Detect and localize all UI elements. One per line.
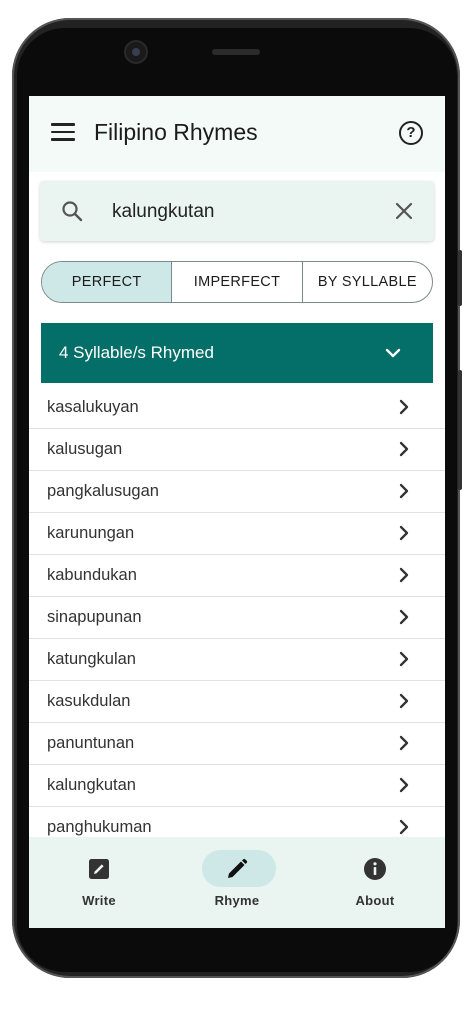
list-item-label: kasukdulan	[47, 692, 131, 710]
bottom-navigation: Write Rhyme About	[29, 837, 445, 928]
list-item-label: kabundukan	[47, 566, 137, 584]
info-icon	[364, 858, 386, 880]
search-icon	[62, 201, 83, 222]
list-item-label: sinapupunan	[47, 608, 142, 626]
nav-rhyme[interactable]: Rhyme	[168, 837, 306, 928]
nav-about[interactable]: About	[306, 837, 444, 928]
top-app-bar: Filipino Rhymes ?	[29, 96, 445, 172]
segment-perfect[interactable]: PERFECT	[42, 262, 172, 302]
nav-write-label: Write	[82, 893, 116, 908]
list-item[interactable]: karunungan	[29, 513, 445, 555]
list-item-label: katungkulan	[47, 650, 136, 668]
app-title: Filipino Rhymes	[94, 119, 258, 145]
help-icon[interactable]: ?	[399, 121, 423, 145]
close-icon[interactable]	[392, 199, 416, 223]
syllable-group-header[interactable]: 4 Syllable/s Rhymed	[41, 323, 433, 383]
list-item[interactable]: kalungkutan	[29, 765, 445, 807]
list-item[interactable]: kasalukuyan	[29, 387, 445, 429]
search-bar	[40, 181, 434, 241]
earpiece-speaker	[212, 49, 260, 55]
chevron-right-icon	[399, 441, 409, 457]
chevron-right-icon	[399, 567, 409, 583]
app-screen: Filipino Rhymes ? PERFECT IMPERFECT BY S…	[29, 96, 445, 928]
list-item[interactable]: kasukdulan	[29, 681, 445, 723]
chevron-right-icon	[399, 525, 409, 541]
list-item-label: kasalukuyan	[47, 398, 139, 416]
nav-rhyme-label: Rhyme	[214, 893, 260, 908]
list-item-label: panuntunan	[47, 734, 135, 752]
chevron-right-icon	[399, 399, 409, 415]
chevron-right-icon	[399, 819, 409, 835]
chevron-down-icon	[385, 348, 401, 358]
segment-imperfect[interactable]: IMPERFECT	[171, 262, 301, 302]
list-item-label: karunungan	[47, 524, 135, 542]
list-item-label: pangkalusugan	[47, 482, 159, 500]
nav-write[interactable]: Write	[30, 837, 168, 928]
chevron-right-icon	[399, 693, 409, 709]
chevron-right-icon	[399, 609, 409, 625]
list-item[interactable]: katungkulan	[29, 639, 445, 681]
list-item-label: panghukuman	[47, 818, 152, 836]
list-item-label: kalungkutan	[47, 776, 136, 794]
front-camera	[126, 42, 146, 62]
power-button	[458, 370, 462, 490]
chevron-right-icon	[399, 651, 409, 667]
list-item-label: kalusugan	[47, 440, 123, 458]
nav-about-label: About	[355, 893, 395, 908]
chevron-right-icon	[399, 735, 409, 751]
rhyme-results-list: kasalukuyan kalusugan pangkalusugan karu…	[29, 387, 445, 849]
chevron-right-icon	[399, 483, 409, 499]
list-item[interactable]: kalusugan	[29, 429, 445, 471]
rhyme-type-toggle: PERFECT IMPERFECT BY SYLLABLE	[41, 261, 433, 303]
list-item[interactable]: sinapupunan	[29, 597, 445, 639]
chevron-right-icon	[399, 777, 409, 793]
menu-icon[interactable]	[51, 123, 75, 143]
volume-button	[458, 250, 462, 306]
edit-box-icon	[89, 859, 109, 879]
list-item[interactable]: panuntunan	[29, 723, 445, 765]
search-input[interactable]	[110, 193, 384, 231]
list-item[interactable]: kabundukan	[29, 555, 445, 597]
syllable-group-title: 4 Syllable/s Rhymed	[59, 343, 214, 362]
pencil-icon	[228, 858, 248, 878]
list-item[interactable]: pangkalusugan	[29, 471, 445, 513]
segment-by-syllable[interactable]: BY SYLLABLE	[301, 262, 432, 302]
